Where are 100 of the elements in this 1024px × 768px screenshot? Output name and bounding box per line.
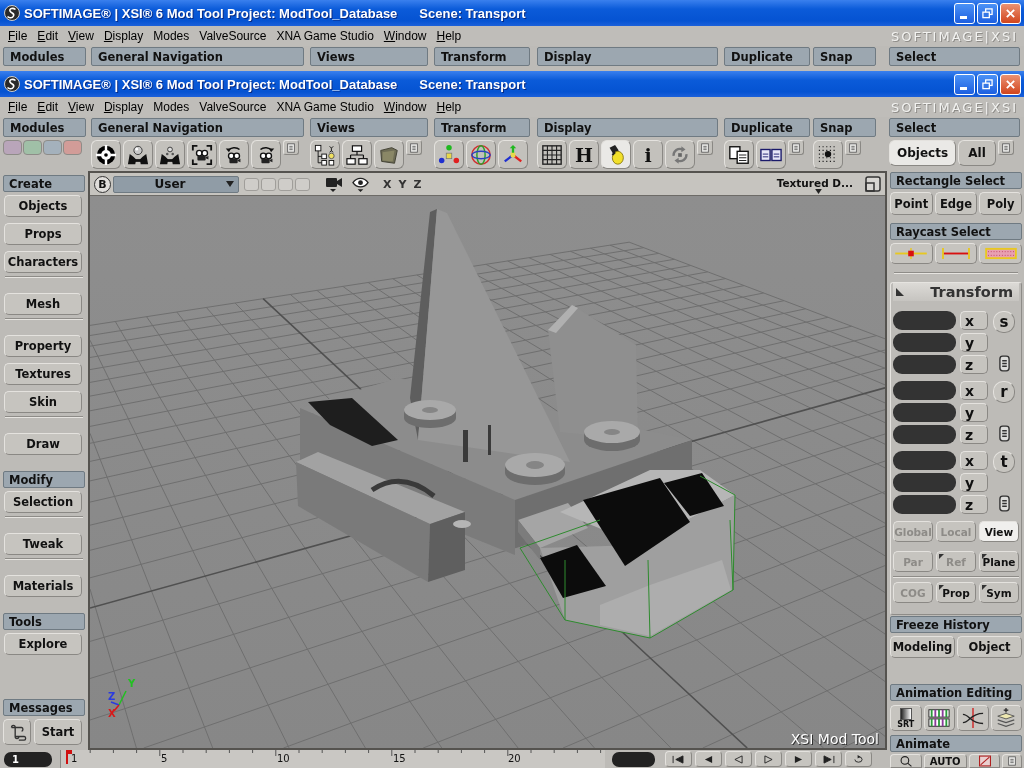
- menu-tab-button[interactable]: [697, 140, 713, 155]
- animation-tool-button[interactable]: SRT: [890, 705, 922, 731]
- value-field[interactable]: [893, 311, 956, 330]
- menu-tab-button[interactable]: [283, 140, 299, 155]
- reference-mode-button[interactable]: Prop: [936, 582, 976, 603]
- tool-button[interactable]: Property: [4, 335, 82, 357]
- select-mode-button[interactable]: Edge: [934, 192, 978, 215]
- toolbar-button[interactable]: [123, 140, 153, 169]
- toolbar-button[interactable]: [310, 140, 340, 169]
- axis-button[interactable]: z: [960, 425, 988, 444]
- animation-tool-button[interactable]: [957, 705, 989, 731]
- menu-tab-button[interactable]: [406, 140, 422, 155]
- value-field[interactable]: [893, 495, 956, 514]
- transform-tool-button[interactable]: t: [993, 451, 1015, 473]
- minimize-button[interactable]: [954, 2, 975, 24]
- lines-icon[interactable]: [999, 425, 1010, 442]
- current-frame-marker[interactable]: [66, 750, 72, 764]
- tool-button[interactable]: Characters: [4, 251, 82, 273]
- display-mode-menu[interactable]: Textured D...: [776, 176, 853, 192]
- axis-button[interactable]: x: [960, 451, 988, 470]
- tool-button[interactable]: Tweak: [4, 533, 82, 555]
- axis-toggle[interactable]: X: [381, 177, 394, 191]
- toolbar-button[interactable]: H: [569, 140, 599, 169]
- filter-button[interactable]: Objects: [889, 140, 957, 166]
- camera-dropdown[interactable]: User: [113, 175, 239, 193]
- tool-button[interactable]: Draw: [4, 433, 82, 455]
- lines-icon[interactable]: [999, 355, 1010, 372]
- freeze-button[interactable]: Modeling: [890, 636, 955, 658]
- axis-button[interactable]: y: [960, 473, 988, 492]
- menu-item[interactable]: Modes: [148, 29, 195, 43]
- raycast-edge-button[interactable]: [934, 243, 978, 264]
- toolbar-button[interactable]: [342, 140, 372, 169]
- toolbar-button[interactable]: [434, 140, 464, 169]
- animate-button[interactable]: [890, 754, 922, 768]
- playback-button[interactable]: [845, 751, 872, 767]
- menu-item[interactable]: ValveSource: [194, 29, 272, 43]
- menu-item[interactable]: Help: [431, 100, 467, 114]
- menu-item[interactable]: XNA Game Studio: [271, 100, 379, 114]
- select-mode-button[interactable]: Poly: [979, 192, 1022, 215]
- module-swatch[interactable]: [23, 140, 42, 155]
- menu-item[interactable]: ValveSource: [194, 100, 272, 114]
- animate-button[interactable]: [968, 754, 1001, 768]
- tool-button[interactable]: Explore: [4, 633, 82, 655]
- value-field[interactable]: [893, 381, 956, 400]
- close-button[interactable]: [1000, 73, 1021, 95]
- filter-button[interactable]: All: [958, 140, 997, 166]
- menu-item[interactable]: Display: [98, 100, 149, 114]
- axis-button[interactable]: z: [960, 355, 988, 374]
- eye-icon[interactable]: [352, 176, 369, 192]
- viewport-menu-button[interactable]: B: [94, 175, 111, 193]
- menu-item[interactable]: Help: [431, 29, 467, 43]
- toolbar-button[interactable]: [537, 140, 567, 169]
- menu-item[interactable]: Edit: [32, 29, 64, 43]
- axis-button[interactable]: x: [960, 381, 988, 400]
- tool-button[interactable]: Mesh: [4, 293, 82, 315]
- menu-tab-button[interactable]: [788, 140, 804, 155]
- menu-item[interactable]: View: [63, 100, 99, 114]
- menu-item[interactable]: Window: [378, 29, 432, 43]
- axis-toggle[interactable]: Z: [411, 177, 424, 191]
- restore-button[interactable]: [977, 73, 998, 95]
- toolbar-button[interactable]: [91, 140, 121, 169]
- menu-item[interactable]: View: [63, 29, 99, 43]
- axis-button[interactable]: y: [960, 333, 988, 352]
- module-swatch[interactable]: [43, 140, 62, 155]
- toolbar-button[interactable]: [466, 140, 496, 169]
- toolbar-button[interactable]: [756, 140, 786, 169]
- tool-button[interactable]: Props: [4, 223, 82, 245]
- toolbar-button[interactable]: i: [633, 140, 663, 169]
- menu-item[interactable]: Modes: [148, 100, 195, 114]
- playback-button[interactable]: [785, 751, 812, 767]
- toolbar-button[interactable]: [724, 140, 754, 169]
- toolbar-button[interactable]: [813, 140, 843, 169]
- tool-button[interactable]: Skin: [4, 391, 82, 413]
- lines-icon[interactable]: [999, 495, 1010, 512]
- end-frame-field[interactable]: [612, 751, 655, 767]
- toolbar-button[interactable]: [219, 140, 249, 169]
- freeze-button[interactable]: Object: [957, 636, 1022, 658]
- start-button[interactable]: Start: [34, 719, 82, 745]
- module-swatch[interactable]: [3, 140, 22, 155]
- toolbar-button[interactable]: [601, 140, 631, 169]
- value-field[interactable]: [893, 451, 956, 470]
- menu-tab-button[interactable]: [998, 140, 1015, 155]
- tool-button[interactable]: Materials: [4, 575, 82, 597]
- menu-item[interactable]: File: [3, 29, 33, 43]
- select-mode-button[interactable]: Point: [890, 192, 933, 215]
- reference-mode-button[interactable]: Plane: [979, 551, 1019, 572]
- restore-button[interactable]: [977, 2, 998, 24]
- playback-button[interactable]: [755, 751, 782, 767]
- menu-item[interactable]: File: [3, 100, 33, 114]
- axis-toggle[interactable]: Y: [396, 177, 409, 191]
- raycast-point-button[interactable]: [890, 243, 933, 264]
- reference-mode-button[interactable]: Sym: [979, 582, 1019, 603]
- menu-item[interactable]: Window: [378, 100, 432, 114]
- value-field[interactable]: [893, 403, 956, 422]
- playback-button[interactable]: [665, 751, 692, 767]
- axis-button[interactable]: x: [960, 311, 988, 330]
- axis-button[interactable]: z: [960, 495, 988, 514]
- toolbar-button[interactable]: [251, 140, 281, 169]
- close-button[interactable]: [1000, 2, 1021, 24]
- menu-item[interactable]: Edit: [32, 100, 64, 114]
